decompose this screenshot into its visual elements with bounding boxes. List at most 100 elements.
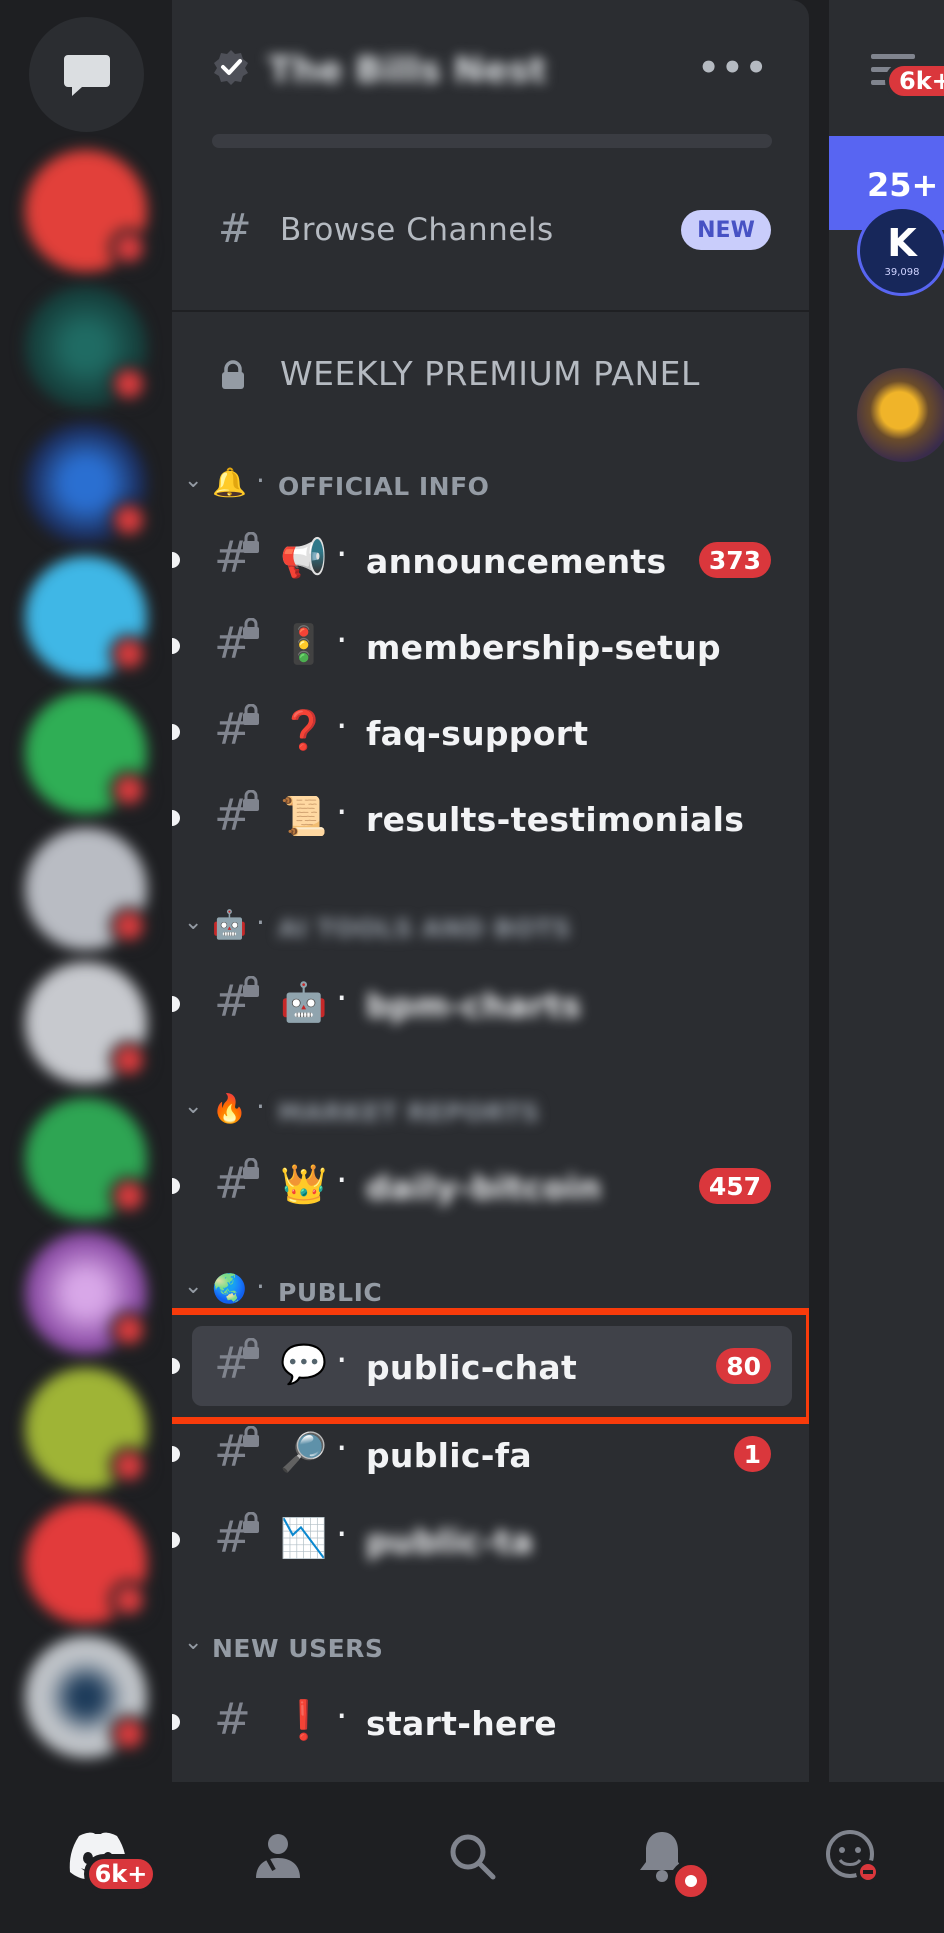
server-icon[interactable] [25,150,149,272]
channel-start-here[interactable]: # ❗ · start-here [172,1682,809,1762]
server-mention-badge [109,1446,149,1486]
separator-dot: · [256,1270,265,1303]
browse-channels-icon: # [218,206,252,252]
bottom-navigation: 6k+ [0,1782,944,1933]
separator-dot: · [336,534,348,575]
chevron-down-icon: ⌄ [184,468,203,493]
server-icon[interactable] [25,1368,149,1490]
unread-indicator [172,1714,180,1730]
server-icon[interactable] [25,422,149,544]
crown-icon: 👑 [280,1162,328,1206]
search-tab[interactable] [432,1816,512,1896]
category-label: NEW USERS [212,1634,384,1663]
separator-dot: · [336,620,348,661]
unread-indicator [172,996,180,1012]
server-icon[interactable] [25,962,149,1084]
channel-name: start-here [366,1704,557,1743]
server-icon[interactable] [25,556,149,678]
separator-dot: · [336,978,348,1019]
notification-badge: 6k+ [885,62,944,100]
premium-panel-label: WEEKLY PREMIUM PANEL [280,354,700,393]
avatar-subtext: 39,098 [884,267,920,278]
channel-daily[interactable]: # 👑 · daily-bitcoin 457 [172,1146,809,1226]
bell-icon: 🔔 [212,466,247,499]
more-dots-icon[interactable]: ••• [698,48,769,88]
channel-membership-setup[interactable]: # 🚦 · membership-setup [172,606,809,686]
unread-indicator [172,724,180,740]
separator-dot: · [336,706,348,747]
separator-dot: · [336,1160,348,1201]
category-bots[interactable]: ⌄ 🤖 · AI TOOLS AND BOTS [172,902,809,952]
server-mention-badge [109,364,149,404]
category-new-users[interactable]: ⌄ NEW USERS [172,1622,809,1672]
premium-panel-channel[interactable]: WEEKLY PREMIUM PANEL [172,340,809,410]
separator-dot: · [336,1696,348,1737]
friends-icon [256,1834,300,1878]
channel-faq-support[interactable]: # ❓ · faq-support [172,692,809,772]
profile-tab[interactable] [812,1816,892,1896]
channel-public-fa[interactable]: # 🔎 · public-fa 1 [172,1414,809,1494]
category-official-info[interactable]: ⌄ 🔔 · OFFICIAL INFO [172,460,809,510]
category-label: AI TOOLS AND BOTS [278,914,572,943]
channel-list-panel: The Bills Nest ••• # Browse Channels NEW… [172,0,809,1782]
category-label: OFFICIAL INFO [278,472,490,501]
avatar-status-icon [826,1830,880,1884]
question-mark-icon: ❓ [280,708,328,752]
server-icon[interactable] [25,286,149,408]
server-icon[interactable] [25,1502,149,1624]
channel-name: faq-support [366,714,589,753]
verified-badge-icon [214,50,248,85]
channel-bot[interactable]: # 🤖 · bpm-charts [172,964,809,1044]
channel-results-testimonials[interactable]: # 📜 · results-testimonials [172,778,809,858]
channel-public-ta[interactable]: # 📉 · public-ta [172,1500,809,1580]
server-mention-badge [109,906,149,946]
category-label: MARKET REPORTS [278,1098,540,1127]
notifications-tab[interactable] [622,1816,712,1902]
chevron-down-icon: ⌄ [184,1094,203,1119]
server-icon[interactable] [25,1098,149,1220]
server-mention-badge [109,1040,149,1080]
unread-count-badge: 373 [698,542,771,578]
server-icon[interactable] [25,828,149,950]
unread-indicator [172,638,180,654]
server-mention-badge [109,1310,149,1350]
category-market[interactable]: ⌄ 🔥 · MARKET REPORTS [172,1086,809,1136]
magnifying-glass-icon: 🔎 [280,1430,328,1474]
browse-channels-row[interactable]: # Browse Channels NEW [172,196,809,266]
user-avatar[interactable] [857,368,944,462]
friends-tab[interactable] [238,1816,318,1896]
channel-public-chat[interactable]: # 💬 · public-chat 80 [172,1308,809,1424]
unread-indicator [172,1446,180,1462]
robot-icon: 🤖 [212,908,247,941]
server-icon[interactable] [25,692,149,814]
lock-icon [243,704,259,725]
header-progress-bar [212,134,772,148]
chevron-down-icon: ⌄ [184,1630,203,1655]
exclamation-icon: ❗ [280,1698,328,1742]
channel-name: public-fa [366,1436,532,1475]
divider [172,310,809,312]
user-avatar[interactable]: K 39,098 [857,206,944,296]
server-icon[interactable] [25,1232,149,1354]
unread-indicator [172,1178,180,1194]
server-header[interactable]: The Bills Nest ••• [172,0,809,132]
separator-dot: · [336,1514,348,1555]
server-name: The Bills Nest [268,50,547,91]
traffic-light-icon: 🚦 [280,622,328,666]
robot-icon: 🤖 [280,980,328,1024]
lock-icon [243,976,259,997]
separator-dot: · [256,464,265,497]
lock-icon [243,1158,259,1179]
server-icon[interactable] [25,1636,149,1758]
channel-announcements[interactable]: # 📢 · announcements 373 [172,520,809,600]
highlight-annotation-box [172,1308,809,1424]
chat-preview-pane: 6k+ 25+ m K 39,098 [829,0,944,1782]
home-tab[interactable]: 6k+ [58,1816,158,1896]
chevron-down-icon: ⌄ [184,910,203,935]
unread-count-badge: 457 [698,1168,771,1204]
globe-icon: 🌏 [212,1272,247,1305]
separator-dot: · [256,1090,265,1123]
channel-name: public-ta [366,1522,534,1561]
separator-dot: · [256,906,265,939]
direct-messages-button[interactable] [29,17,144,132]
